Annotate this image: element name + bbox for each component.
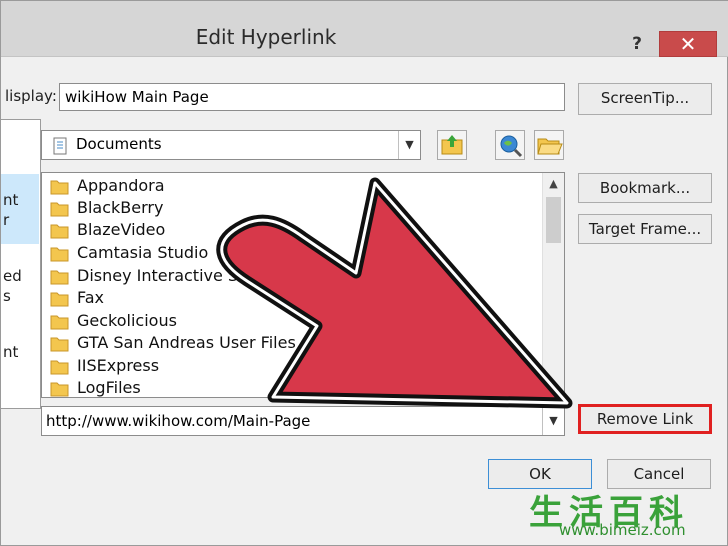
sidebar-item-create-new-document-label[interactable]: nt — [3, 342, 18, 362]
sidebar-item-existing-file-label[interactable]: nt — [3, 190, 18, 210]
address-value: http://www.wikihow.com/Main-Page — [46, 412, 311, 430]
screentip-button[interactable]: ScreenTip... — [578, 83, 712, 115]
text-to-display-label: lisplay: — [5, 87, 57, 105]
browse-web-button[interactable] — [495, 130, 525, 160]
chevron-down-icon[interactable]: ▼ — [398, 131, 420, 159]
file-name: LogFiles — [77, 378, 141, 397]
file-list-scrollbar[interactable]: ▲ — [542, 173, 564, 397]
title-bar: Edit Hyperlink ? ✕ — [1, 1, 728, 57]
folder-icon — [50, 178, 70, 199]
look-in-value: Documents — [76, 135, 162, 153]
list-item[interactable]: GTA San Andreas User Files — [42, 332, 540, 354]
link-to-sidebar: nt r ed s nt — [1, 119, 41, 409]
open-folder-icon — [537, 138, 563, 155]
file-name: BlazeVideo — [77, 220, 166, 239]
documents-folder-icon — [52, 137, 70, 159]
list-item[interactable]: IISExpress — [42, 355, 540, 377]
look-in-dropdown[interactable]: Documents ▼ — [41, 130, 421, 160]
help-button[interactable]: ? — [625, 31, 649, 57]
sidebar-item-place-in-document-label[interactable]: ed — [3, 266, 22, 286]
file-name: BlackBerry — [77, 198, 164, 217]
bookmark-button[interactable]: Bookmark... — [578, 173, 712, 203]
folder-icon — [50, 335, 70, 356]
watermark-url: www.bimeiz.com — [559, 521, 686, 539]
folder-up-icon — [441, 135, 463, 155]
folder-icon — [50, 358, 70, 379]
file-name: IISExpress — [77, 356, 160, 375]
watermark: 生活百科 www.bimeiz.com — [529, 485, 725, 545]
remove-link-button[interactable]: Remove Link — [578, 404, 712, 434]
list-item[interactable]: Disney Interactive Studios — [42, 265, 540, 287]
browse-file-button[interactable] — [534, 130, 564, 160]
file-name: Fax — [77, 288, 105, 307]
text-to-display-input[interactable]: wikiHow Main Page — [59, 83, 565, 111]
list-item[interactable]: LogFiles — [42, 377, 540, 397]
target-frame-button[interactable]: Target Frame... — [578, 214, 712, 244]
file-name: Camtasia Studio — [77, 243, 209, 262]
chevron-down-icon[interactable]: ▼ — [542, 407, 564, 435]
globe-search-icon — [500, 135, 523, 158]
folder-icon — [50, 313, 70, 334]
list-item[interactable]: BlackBerry — [42, 197, 540, 219]
dialog-title: Edit Hyperlink — [195, 25, 337, 49]
folder-icon — [50, 290, 70, 311]
file-list[interactable]: Appandora BlackBerry BlazeVideo Camtasia… — [41, 172, 565, 398]
list-item[interactable]: BlazeVideo — [42, 219, 540, 241]
address-combobox[interactable]: http://www.wikihow.com/Main-Page ▼ — [41, 406, 565, 436]
edit-hyperlink-dialog: Edit Hyperlink ? ✕ lisplay: wikiHow Main… — [0, 0, 728, 546]
list-item[interactable]: Geckolicious — [42, 310, 540, 332]
folder-icon — [50, 200, 70, 221]
file-name: GTA San Andreas User Files — [77, 333, 296, 352]
up-one-folder-button[interactable] — [437, 130, 467, 160]
sidebar-item-place-in-document-label-2[interactable]: s — [3, 286, 11, 306]
file-name: Disney Interactive Studios — [77, 266, 288, 285]
list-item[interactable]: Fax — [42, 287, 540, 309]
close-button[interactable]: ✕ — [659, 31, 717, 57]
file-name: Appandora — [77, 176, 165, 195]
list-item[interactable]: Appandora — [42, 175, 540, 197]
scroll-up-icon[interactable]: ▲ — [543, 173, 564, 195]
folder-icon — [50, 245, 70, 266]
sidebar-item-existing-file-label-2[interactable]: r — [3, 210, 9, 230]
scroll-thumb[interactable] — [546, 197, 561, 243]
file-name: Geckolicious — [77, 311, 177, 330]
folder-icon — [50, 222, 70, 243]
folder-icon — [50, 268, 70, 289]
list-item[interactable]: Camtasia Studio — [42, 242, 540, 264]
folder-icon — [50, 380, 70, 397]
